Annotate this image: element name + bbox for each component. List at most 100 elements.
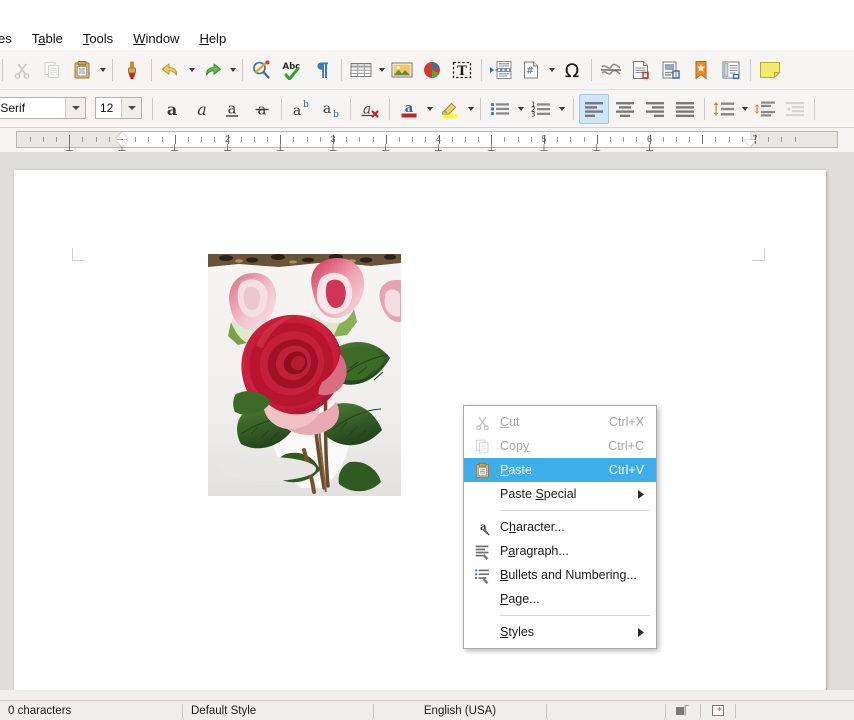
align-left-button[interactable]	[579, 94, 609, 124]
context-menu-item-page[interactable]: Page...	[464, 587, 656, 611]
menu-tools[interactable]: Tools	[73, 29, 123, 48]
toolbar-separator	[151, 59, 152, 81]
find-replace-button[interactable]	[248, 56, 276, 84]
page-style-status[interactable]: Default Style	[183, 701, 373, 720]
line-spacing-dropdown[interactable]	[739, 95, 750, 123]
ruler-tick	[267, 137, 268, 142]
underline-button[interactable]: a	[218, 95, 246, 123]
insert-image-button[interactable]	[388, 56, 416, 84]
document-area[interactable]	[0, 152, 854, 700]
context-menu-item-paste[interactable]: PasteCtrl+V	[464, 458, 656, 482]
context-menu-item-label: Paste Special	[500, 487, 638, 501]
ruler-tick	[109, 137, 110, 142]
insert-bookmark-button[interactable]	[687, 56, 715, 84]
cut-button[interactable]	[8, 56, 36, 84]
unordered-list-button[interactable]	[486, 95, 514, 123]
ruler-tick	[768, 137, 769, 142]
context-menu-item-character[interactable]: aCharacter...	[464, 515, 656, 539]
insert-field-button[interactable]: #	[517, 56, 545, 84]
font-name-combo[interactable]: ation Serif	[0, 97, 86, 119]
menu-styles[interactable]: es	[0, 29, 22, 48]
horizontal-ruler[interactable]: 1234567⊥⊥⊥⊥⊥⊥⊥⊥⊥⊥⊥⊥	[16, 131, 838, 148]
formatting-marks-button[interactable]	[308, 56, 336, 84]
status-bar: 0 characters Default Style English (USA)…	[0, 700, 854, 720]
insert-endnote-button[interactable]	[657, 56, 685, 84]
context-menu-item-styles[interactable]: Styles	[464, 620, 656, 644]
undo-button[interactable]	[157, 56, 185, 84]
zoom-status[interactable]	[736, 701, 854, 720]
undo-dropdown[interactable]	[186, 56, 197, 84]
first-line-indent-marker[interactable]	[116, 132, 128, 139]
ruler-tick	[214, 137, 215, 142]
context-menu-item-copy[interactable]: CopyCtrl+C	[464, 434, 656, 458]
left-indent-marker[interactable]	[116, 140, 128, 147]
ruler-tick	[425, 137, 426, 142]
paste-dropdown[interactable]	[97, 56, 108, 84]
subscript-button[interactable]: ab	[317, 95, 345, 123]
ruler-tick	[715, 137, 716, 142]
context-menu-item-label: Page...	[500, 592, 656, 606]
font-name-dropdown-button[interactable]	[65, 98, 85, 118]
spelling-button[interactable]: Abc	[278, 56, 306, 84]
clear-formatting-button[interactable]: a	[356, 95, 384, 123]
insert-comment-button[interactable]	[756, 56, 784, 84]
insert-page-break-button[interactable]	[487, 56, 515, 84]
italic-button[interactable]: a	[188, 95, 216, 123]
decrease-indent-button[interactable]	[781, 95, 809, 123]
ordered-list-button[interactable]: 123	[527, 95, 555, 123]
context-menu-separator	[500, 615, 650, 616]
menu-help[interactable]: Help	[189, 29, 236, 48]
insert-cross-reference-button[interactable]	[717, 56, 745, 84]
insert-chart-button[interactable]	[418, 56, 446, 84]
language-status[interactable]: English (USA)	[374, 701, 546, 720]
copy-button[interactable]	[38, 56, 66, 84]
line-spacing-button[interactable]	[710, 95, 738, 123]
context-menu-item-bullets-numbering[interactable]: Bullets and Numbering...	[464, 563, 656, 587]
insert-table-dropdown[interactable]	[376, 56, 387, 84]
highlight-color-button[interactable]	[436, 95, 464, 123]
redo-dropdown[interactable]	[227, 56, 238, 84]
align-right-button[interactable]	[641, 95, 669, 123]
font-size-dropdown-button[interactable]	[121, 98, 141, 118]
insert-table-button[interactable]	[347, 56, 375, 84]
svg-text:a: a	[293, 103, 301, 119]
align-center-button[interactable]	[611, 95, 639, 123]
clone-formatting-button[interactable]	[118, 56, 146, 84]
svg-text:a: a	[197, 100, 207, 119]
font-color-dropdown[interactable]	[424, 95, 435, 123]
paragraph-spacing-button[interactable]	[751, 95, 779, 123]
formatting-mark-insert-button[interactable]	[597, 56, 625, 84]
svg-text:T: T	[457, 64, 467, 79]
horizontal-scrollbar[interactable]	[0, 690, 854, 700]
paste-button[interactable]	[68, 56, 96, 84]
superscript-button[interactable]: ab	[287, 95, 315, 123]
ordered-list-dropdown[interactable]	[556, 95, 567, 123]
context-menu[interactable]: CutCtrl+XCopyCtrl+CPasteCtrl+V Paste Spec…	[463, 405, 657, 649]
bold-button[interactable]: a	[158, 95, 186, 123]
selection-mode-status[interactable]	[547, 701, 665, 720]
justified-button[interactable]	[671, 95, 699, 123]
unordered-list-dropdown[interactable]	[515, 95, 526, 123]
rose-photo[interactable]	[208, 254, 401, 496]
menu-table[interactable]: Table	[22, 29, 73, 48]
context-menu-item-paragraph[interactable]: Paragraph...	[464, 539, 656, 563]
insert-text-box-button[interactable]: T	[448, 56, 476, 84]
font-size-combo[interactable]: 12	[95, 97, 142, 119]
special-character-button[interactable]: Ω	[558, 56, 586, 84]
redo-button[interactable]	[198, 56, 226, 84]
right-indent-marker[interactable]	[744, 140, 756, 147]
font-color-button[interactable]: a	[395, 95, 423, 123]
menu-window[interactable]: Window	[123, 29, 189, 48]
toolbar-separator	[341, 59, 342, 81]
insert-footnote-button[interactable]	[627, 56, 655, 84]
toolbar-separator	[112, 59, 113, 81]
context-menu-item-paste-special[interactable]: Paste Special	[464, 482, 656, 506]
strikethrough-button[interactable]: a	[248, 95, 276, 123]
word-count-status[interactable]: 0 characters	[0, 701, 182, 720]
highlight-color-dropdown[interactable]	[465, 95, 476, 123]
context-menu-item-cut[interactable]: CutCtrl+X	[464, 410, 656, 434]
insert-field-dropdown[interactable]	[546, 56, 557, 84]
book-view-button[interactable]	[666, 701, 700, 720]
multi-page-view-button[interactable]: *	[701, 701, 735, 720]
document-page[interactable]	[14, 170, 826, 700]
